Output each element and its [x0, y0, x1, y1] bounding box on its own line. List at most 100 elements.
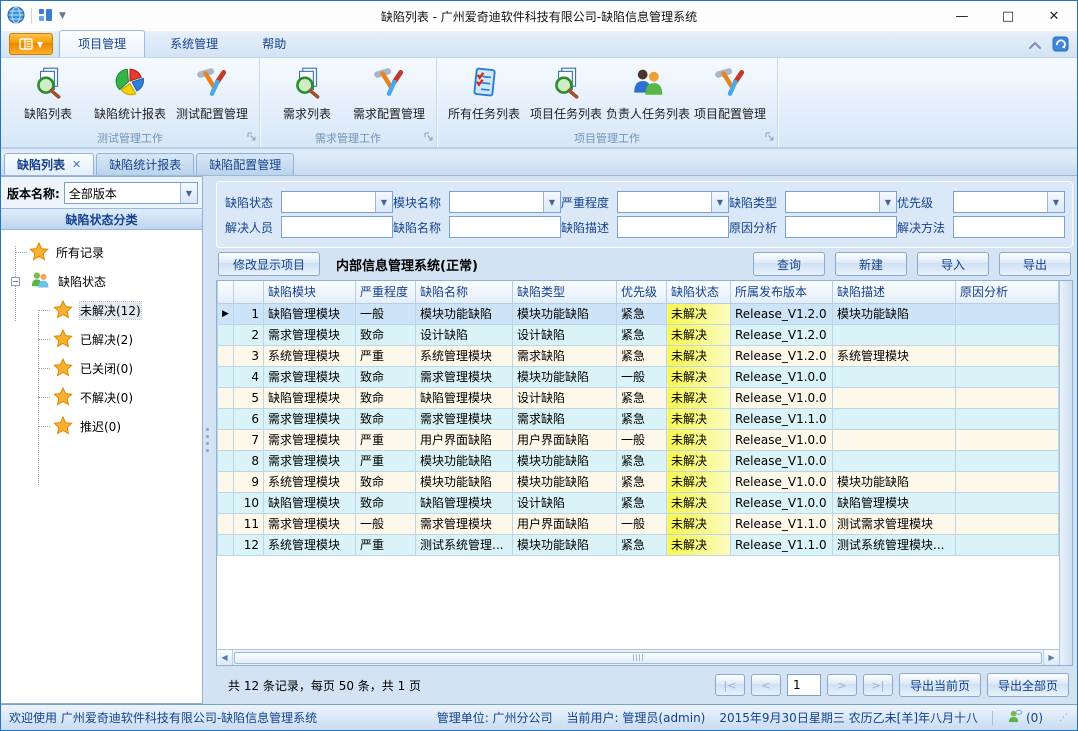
table-cell-name: 需求管理模块 [416, 513, 513, 534]
ribbon-collapse-icon[interactable] [1028, 39, 1042, 53]
filter-select[interactable]: ▼ [449, 191, 561, 213]
column-header[interactable]: 所属发布版本 [731, 281, 833, 303]
chevron-down-icon[interactable]: ▼ [879, 192, 896, 212]
filter-input[interactable] [449, 216, 561, 238]
version-combobox[interactable]: 全部版本 ▼ [64, 182, 198, 204]
owner-tasks-button[interactable]: 负责人任务列表 [607, 62, 689, 122]
modify-columns-button[interactable]: 修改显示项目 [218, 252, 320, 276]
chevron-down-icon[interactable]: ▼ [375, 192, 392, 212]
filter-input[interactable] [953, 216, 1065, 238]
first-page-button[interactable]: |< [715, 674, 745, 696]
project-config-button[interactable]: 项目配置管理 [689, 62, 771, 122]
table-row[interactable]: 10缺陷管理模块致命缺陷管理模块设计缺陷紧急未解决Release_V1.0.0缺… [218, 492, 1060, 513]
tree-item-closed[interactable]: 已关闭(0) [1, 354, 202, 383]
all-tasks-button[interactable]: 所有任务列表 [443, 62, 525, 122]
export-current-page-button[interactable]: 导出当前页 [899, 673, 981, 697]
tree-item-defect-status[interactable]: − 缺陷状态 [1, 267, 202, 296]
next-page-button[interactable]: > [827, 674, 857, 696]
table-row[interactable]: 7需求管理模块严重用户界面缺陷用户界面缺陷一般未解决Release_V1.0.0 [218, 429, 1060, 450]
chevron-down-icon[interactable]: ▼ [543, 192, 560, 212]
panel-splitter[interactable] [203, 176, 212, 704]
column-header[interactable]: 严重程度 [356, 281, 416, 303]
export-all-pages-button[interactable]: 导出全部页 [987, 673, 1069, 697]
minimize-button[interactable]: — [939, 1, 985, 31]
column-header[interactable]: 优先级 [617, 281, 667, 303]
doc-tab-defect-report[interactable]: 缺陷统计报表 [96, 153, 194, 175]
chevron-down-icon[interactable]: ▼ [180, 183, 197, 203]
column-header[interactable]: 缺陷模块 [264, 281, 356, 303]
table-cell-cause [956, 387, 1059, 408]
requirement-list-button[interactable]: 需求列表 [266, 62, 348, 122]
dialog-launcher-icon[interactable] [424, 131, 433, 144]
table-row[interactable]: 12系统管理模块严重测试系统管理...模块功能缺陷紧急未解决Release_V1… [218, 534, 1060, 555]
chevron-down-icon[interactable]: ▼ [711, 192, 728, 212]
table-row[interactable]: 4需求管理模块致命需求管理模块模块功能缺陷一般未解决Release_V1.0.0 [218, 366, 1060, 387]
table-row[interactable]: 9系统管理模块致命模块功能缺陷模块功能缺陷紧急未解决Release_V1.0.0… [218, 471, 1060, 492]
tree-collapse-icon[interactable]: − [11, 277, 20, 286]
new-button[interactable]: 新建 [835, 252, 907, 276]
quick-access-layout-icon[interactable] [38, 8, 53, 25]
filter-input[interactable] [617, 216, 729, 238]
tree-item-unresolved[interactable]: 未解决(12) [1, 296, 202, 325]
scroll-right-icon[interactable]: ▶ [1043, 650, 1059, 665]
export-button[interactable]: 导出 [999, 252, 1071, 276]
maximize-button[interactable]: □ [985, 1, 1031, 31]
table-row[interactable]: 8需求管理模块严重模块功能缺陷模块功能缺陷紧急未解决Release_V1.0.0 [218, 450, 1060, 471]
table-row[interactable]: 5缺陷管理模块致命缺陷管理模块设计缺陷紧急未解决Release_V1.0.0 [218, 387, 1060, 408]
column-header[interactable]: 缺陷描述 [833, 281, 956, 303]
filter-select[interactable]: ▼ [953, 191, 1065, 213]
chevron-down-icon[interactable]: ▼ [1047, 192, 1064, 212]
resize-grip[interactable]: ⋰ [1059, 713, 1069, 723]
vertical-scrollbar[interactable] [1059, 281, 1072, 665]
prev-page-button[interactable]: < [751, 674, 781, 696]
doc-tab-defect-list[interactable]: 缺陷列表 ✕ [4, 153, 94, 175]
column-header[interactable]: 原因分析 [956, 281, 1059, 303]
filter-select[interactable]: ▼ [281, 191, 393, 213]
column-header[interactable]: 缺陷名称 [416, 281, 513, 303]
column-header[interactable]: 解决方法 [1059, 281, 1060, 303]
tree-item-all-records[interactable]: 所有记录 [1, 238, 202, 267]
filter-field-r2-0: 解决人员 [225, 216, 393, 238]
query-button[interactable]: 查询 [753, 252, 825, 276]
column-header[interactable]: 缺陷类型 [513, 281, 617, 303]
dialog-launcher-icon[interactable] [247, 131, 256, 144]
dialog-launcher-icon[interactable] [765, 131, 774, 144]
defect-list-button[interactable]: 缺陷列表 [7, 62, 89, 122]
doc-tab-defect-config[interactable]: 缺陷配置管理 [196, 153, 294, 175]
table-row[interactable]: 11需求管理模块一般需求管理模块用户界面缺陷一般未解决Release_V1.1.… [218, 513, 1060, 534]
project-tasks-button[interactable]: 项目任务列表 [525, 62, 607, 122]
filter-select[interactable]: ▼ [617, 191, 729, 213]
table-row[interactable]: 3系统管理模块严重系统管理模块需求缺陷紧急未解决Release_V1.2.0系统… [218, 345, 1060, 366]
application-menu-button[interactable]: ▼ [9, 33, 53, 55]
messenger-person-icon[interactable] [1007, 709, 1022, 727]
last-page-button[interactable]: >| [863, 674, 893, 696]
table-row[interactable]: 2需求管理模块致命设计缺陷设计缺陷紧急未解决Release_V1.2.0 [218, 324, 1060, 345]
app-menu-icon [19, 38, 33, 50]
filter-input[interactable] [785, 216, 897, 238]
tree-item-resolved[interactable]: 已解决(2) [1, 325, 202, 354]
import-button[interactable]: 导入 [917, 252, 989, 276]
test-config-button[interactable]: 测试配置管理 [171, 62, 253, 122]
quick-access-caret-icon[interactable]: ▼ [59, 11, 66, 21]
tree-item-wont-fix[interactable]: 不解决(0) [1, 383, 202, 412]
filter-select[interactable]: ▼ [785, 191, 897, 213]
tree-item-postponed[interactable]: 推迟(0) [1, 412, 202, 441]
table-cell-cause [956, 366, 1059, 387]
page-number-input[interactable] [787, 674, 821, 696]
table-row[interactable]: ▶1缺陷管理模块一般模块功能缺陷模块功能缺陷紧急未解决Release_V1.2.… [218, 303, 1060, 324]
table-cell-type: 用户界面缺陷 [513, 429, 617, 450]
column-header[interactable]: 缺陷状态 [667, 281, 731, 303]
about-help-icon[interactable] [1052, 36, 1069, 55]
table-row[interactable]: 6需求管理模块致命需求管理模块需求缺陷紧急未解决Release_V1.1.0 [218, 408, 1060, 429]
defect-report-button[interactable]: 缺陷统计报表 [89, 62, 171, 122]
close-button[interactable]: ✕ [1031, 1, 1077, 31]
horizontal-scrollbar[interactable]: ◀ ▶ [217, 649, 1059, 665]
ribbon-tab-help[interactable]: 帮助 [243, 30, 305, 57]
ribbon-tab-system[interactable]: 系统管理 [151, 30, 237, 57]
scroll-left-icon[interactable]: ◀ [217, 650, 233, 665]
ribbon-tab-project[interactable]: 项目管理 [59, 30, 145, 57]
filter-input[interactable] [281, 216, 393, 238]
scrollbar-thumb[interactable] [234, 652, 1042, 664]
requirement-config-button[interactable]: 需求配置管理 [348, 62, 430, 122]
tab-close-icon[interactable]: ✕ [72, 158, 81, 171]
